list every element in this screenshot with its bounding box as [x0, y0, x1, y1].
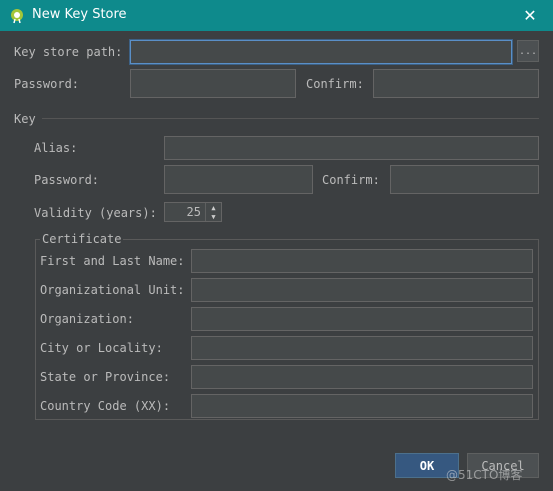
cert-state-field[interactable] — [191, 365, 533, 389]
cert-city-input[interactable] — [192, 337, 532, 359]
close-button[interactable]: ✕ — [507, 0, 553, 31]
validity-spinner[interactable]: ▲ ▼ — [164, 202, 222, 222]
close-icon: ✕ — [523, 6, 537, 25]
cert-org-unit-field[interactable] — [191, 278, 533, 302]
cert-country-code-field[interactable] — [191, 394, 533, 418]
spinner-up-button[interactable]: ▲ — [206, 203, 221, 212]
cert-organization-input[interactable] — [192, 308, 532, 330]
alias-label: Alias: — [34, 141, 78, 155]
keystore-path-field[interactable] — [130, 40, 512, 64]
key-password-label: Password: — [34, 173, 100, 187]
cert-organization-field[interactable] — [191, 307, 533, 331]
android-studio-icon — [11, 9, 23, 24]
cert-org-unit-input[interactable] — [192, 279, 532, 301]
cert-city-label: City or Locality: — [40, 341, 163, 355]
keystore-confirm-field[interactable] — [373, 69, 539, 98]
cert-first-last-name-input[interactable] — [192, 250, 532, 272]
key-section-label: Key — [14, 112, 36, 126]
triangle-up-icon: ▲ — [211, 203, 216, 212]
cert-country-code-label: Country Code (XX): — [40, 399, 171, 413]
key-confirm-field[interactable] — [390, 165, 539, 194]
alias-input[interactable] — [165, 137, 538, 159]
browse-button[interactable]: ... — [517, 40, 539, 62]
cert-first-last-name-label: First and Last Name: — [40, 254, 185, 268]
triangle-down-icon: ▼ — [211, 212, 216, 221]
cert-country-code-input[interactable] — [192, 395, 532, 417]
keystore-password-input[interactable] — [131, 70, 295, 97]
keystore-confirm-label: Confirm: — [306, 77, 364, 91]
keystore-confirm-input[interactable] — [374, 70, 538, 97]
spinner-down-button[interactable]: ▼ — [206, 212, 221, 221]
cert-state-input[interactable] — [192, 366, 532, 388]
cert-org-unit-label: Organizational Unit: — [40, 283, 185, 297]
spinner-arrows: ▲ ▼ — [205, 203, 221, 221]
alias-field[interactable] — [164, 136, 539, 160]
keystore-path-input[interactable] — [131, 41, 511, 63]
certificate-section-label: Certificate — [40, 231, 124, 247]
keystore-password-label: Password: — [14, 77, 80, 91]
cert-organization-label: Organization: — [40, 312, 134, 326]
title-bar: New Key Store ✕ — [0, 0, 553, 31]
validity-input[interactable] — [165, 203, 203, 221]
ellipsis-icon: ... — [518, 45, 538, 57]
window-title: New Key Store — [32, 7, 127, 22]
key-confirm-input[interactable] — [391, 166, 538, 193]
key-password-field[interactable] — [164, 165, 313, 194]
keystore-path-label: Key store path: — [14, 45, 123, 59]
key-confirm-label: Confirm: — [322, 173, 380, 187]
keystore-password-field[interactable] — [130, 69, 296, 98]
cert-first-last-name-field[interactable] — [191, 249, 533, 273]
validity-label: Validity (years): — [34, 206, 157, 220]
cert-city-field[interactable] — [191, 336, 533, 360]
key-section-divider — [42, 118, 539, 119]
key-password-input[interactable] — [165, 166, 312, 193]
watermark: @51CTO博客 — [446, 468, 523, 482]
cert-state-label: State or Province: — [40, 370, 171, 384]
